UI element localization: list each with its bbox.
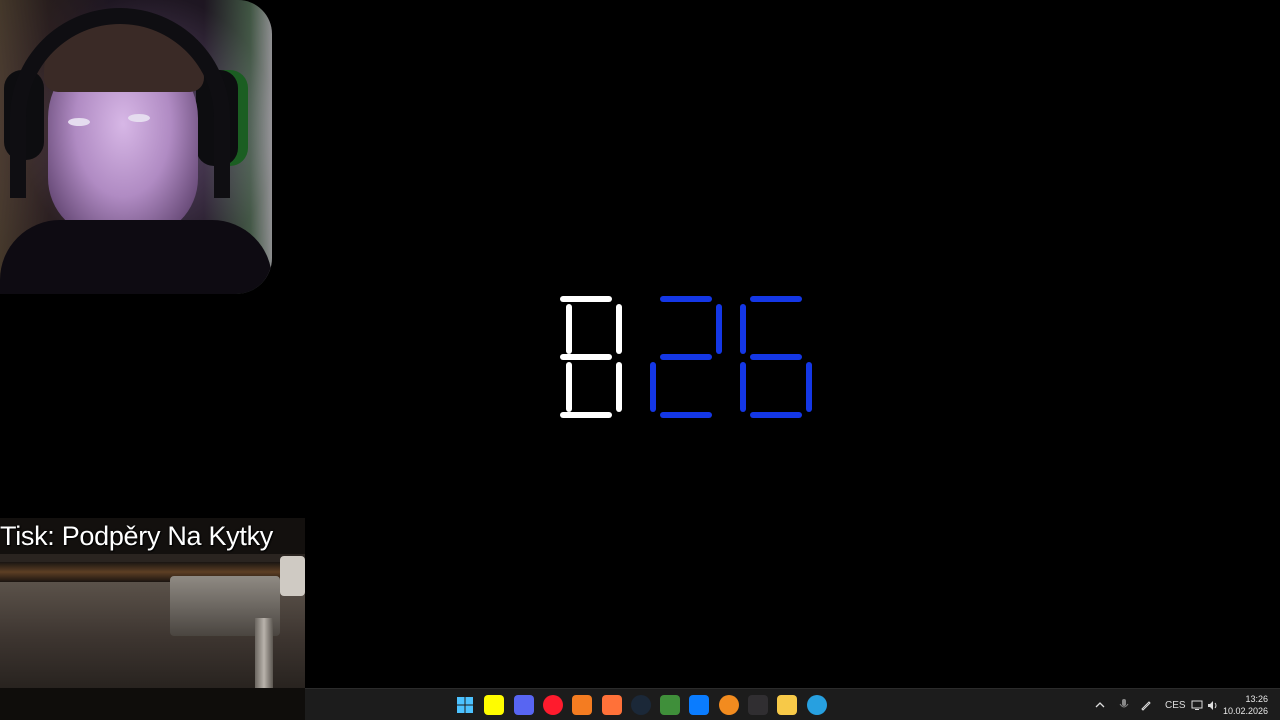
segment-d bbox=[750, 412, 802, 418]
seven-segment-clock bbox=[500, 296, 820, 426]
clock-tray[interactable]: 13:26 10.02.2026 bbox=[1218, 693, 1268, 717]
microphone-icon[interactable] bbox=[1119, 689, 1129, 720]
segment-f bbox=[550, 304, 556, 354]
discord-icon[interactable] bbox=[513, 695, 534, 715]
opera-icon[interactable] bbox=[542, 695, 563, 715]
tray-date: 10.02.2026 bbox=[1222, 706, 1268, 716]
obs-icon[interactable] bbox=[748, 695, 768, 715]
steam-icon[interactable] bbox=[630, 695, 651, 715]
clock-digit-hours-ones bbox=[550, 296, 622, 422]
clock-digit-minutes-tens bbox=[650, 296, 722, 422]
segment-c bbox=[806, 362, 812, 412]
file-explorer-icon[interactable] bbox=[777, 695, 798, 715]
streamer-shirt bbox=[0, 220, 272, 294]
taskbar: CES 13:26 10.02.2026 bbox=[305, 688, 1280, 720]
firefox-icon[interactable] bbox=[601, 695, 622, 715]
pen-icon[interactable] bbox=[1140, 689, 1152, 720]
segment-b bbox=[806, 304, 812, 354]
snapchat-icon[interactable] bbox=[484, 695, 505, 715]
language-indicator[interactable]: CES bbox=[1165, 689, 1186, 720]
segment-c bbox=[716, 362, 722, 412]
fl-studio-icon[interactable] bbox=[718, 695, 739, 715]
webcam-overlay bbox=[0, 0, 272, 294]
segment-f bbox=[650, 304, 656, 354]
segment-g bbox=[660, 354, 712, 360]
segment-e bbox=[550, 362, 556, 412]
segment-d bbox=[560, 412, 612, 418]
printer-fan bbox=[280, 556, 305, 596]
segment-d bbox=[660, 412, 712, 418]
printer-title: Tisk: Podpěry Na Kytky bbox=[0, 518, 305, 554]
segment-f bbox=[500, 304, 506, 354]
paint-icon[interactable] bbox=[806, 695, 827, 715]
segment-f bbox=[740, 304, 746, 354]
segment-e bbox=[650, 362, 656, 412]
segment-c bbox=[616, 362, 622, 412]
segment-g bbox=[560, 354, 612, 360]
network-icon[interactable] bbox=[1191, 689, 1203, 720]
show-hidden-icons-chevron-up-icon[interactable] bbox=[1095, 689, 1105, 720]
segment-a bbox=[750, 296, 802, 302]
segment-e bbox=[500, 362, 506, 412]
segment-b bbox=[716, 304, 722, 354]
tray-time: 13:26 bbox=[1245, 694, 1268, 704]
desktop: Tisk: Podpěry Na Kytky CES 13:26 10.02.2… bbox=[0, 0, 1280, 720]
segment-e bbox=[740, 362, 746, 412]
messenger-icon[interactable] bbox=[689, 695, 710, 715]
minecraft-launcher-icon[interactable] bbox=[660, 695, 681, 715]
segment-a bbox=[560, 296, 612, 302]
aseprite-icon[interactable] bbox=[572, 695, 593, 715]
printer-camera-overlay: Tisk: Podpěry Na Kytky bbox=[0, 518, 305, 720]
segment-a bbox=[660, 296, 712, 302]
segment-b bbox=[616, 304, 622, 354]
segment-g bbox=[750, 354, 802, 360]
clock-digit-minutes-ones bbox=[740, 296, 812, 422]
start-icon[interactable] bbox=[455, 695, 475, 715]
